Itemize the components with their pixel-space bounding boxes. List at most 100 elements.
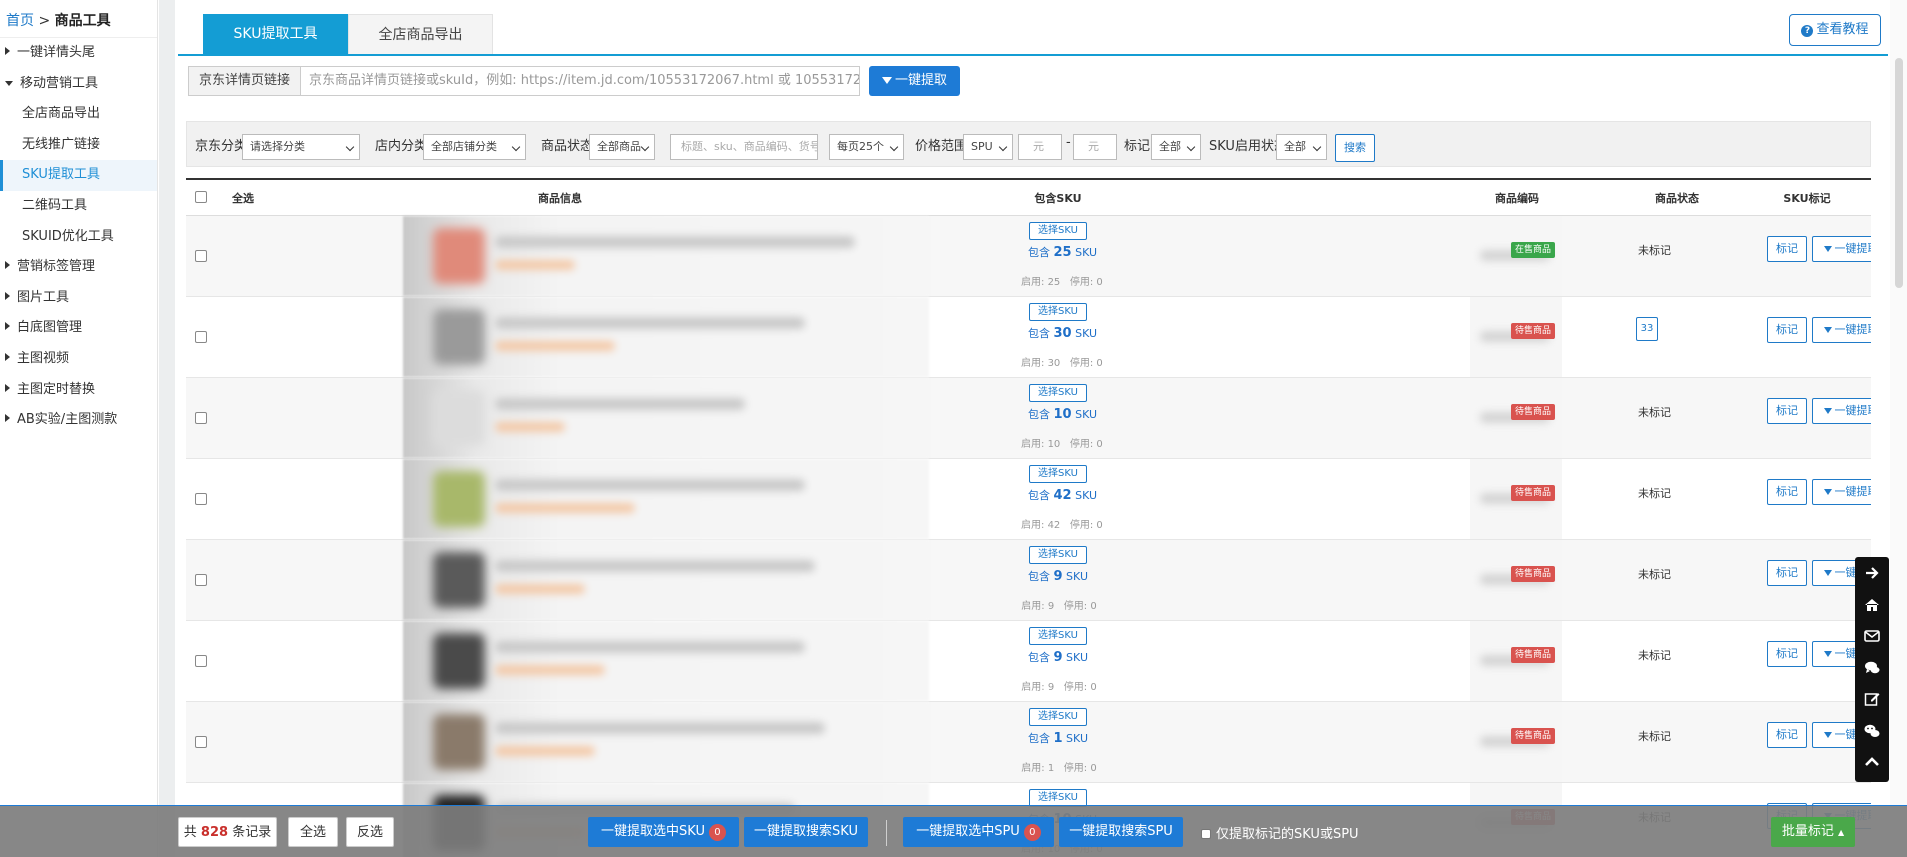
mark-button[interactable]: 标记 xyxy=(1767,479,1807,505)
search-button[interactable]: 搜索 xyxy=(1335,134,1375,162)
sku-mark-tag[interactable]: 33 xyxy=(1636,317,1658,341)
sidebar-item-11[interactable]: 主图定时替换 xyxy=(0,375,157,406)
sku-suffix: SKU xyxy=(1075,408,1098,421)
wechat-icon[interactable] xyxy=(1864,723,1880,739)
arrow-up-icon[interactable] xyxy=(1864,754,1880,770)
header-sku: 包含SKU xyxy=(1034,192,1082,205)
status-select[interactable]: 全部商品 xyxy=(589,134,655,160)
jd-link-input[interactable]: 京东商品详情页链接或skuId，例如: https://item.jd.com/… xyxy=(300,66,860,96)
tab-sku-extract[interactable]: SKU提取工具 xyxy=(203,14,348,54)
sidebar-item-3[interactable]: 无线推广链接 xyxy=(0,130,157,161)
sidebar-item-7[interactable]: 营销标签管理 xyxy=(0,252,157,283)
sidebar-item-6[interactable]: SKUID优化工具 xyxy=(0,222,157,253)
tab-shop-export[interactable]: 全店商品导出 xyxy=(348,14,493,54)
enabled-count: 10 xyxy=(1047,439,1061,450)
bottom-select-all-button[interactable]: 全选 xyxy=(288,817,338,847)
select-sku-button[interactable]: 选择SKU xyxy=(1029,708,1087,726)
product-title-blurred xyxy=(495,560,815,572)
page-size-select[interactable]: 每页25个 xyxy=(829,134,904,160)
row-extract-button[interactable]: 一键提取 xyxy=(1812,317,1871,343)
mail-icon[interactable] xyxy=(1864,628,1880,644)
only-marked-option[interactable]: 仅提取标记的SKU或SPU xyxy=(1201,823,1359,842)
vertical-scrollbar[interactable] xyxy=(1890,0,1907,805)
extract-search-sku-button[interactable]: 一键提取搜索SKU xyxy=(744,817,868,847)
caret-right-icon xyxy=(5,291,10,300)
scrollbar-thumb[interactable] xyxy=(1895,58,1903,288)
mark-button[interactable]: 标记 xyxy=(1767,641,1807,667)
edit-icon[interactable] xyxy=(1864,691,1880,707)
select-sku-button[interactable]: 选择SKU xyxy=(1029,384,1087,402)
row-checkbox[interactable] xyxy=(195,331,207,343)
price-max-input[interactable]: 元 xyxy=(1073,134,1117,160)
row-extract-button[interactable]: 一键提取 xyxy=(1812,479,1871,505)
sidebar-item-4[interactable]: SKU提取工具 xyxy=(0,160,157,191)
home-icon[interactable] xyxy=(1864,597,1880,613)
product-price-blurred xyxy=(495,584,585,594)
sku-mark-text: 未标记 xyxy=(1638,244,1671,257)
select-sku-button[interactable]: 选择SKU xyxy=(1029,627,1087,645)
extract-link-button[interactable]: 一键提取 xyxy=(869,66,960,96)
shop-category-select[interactable]: 全部店铺分类 xyxy=(423,134,526,160)
product-price-blurred xyxy=(495,341,615,351)
extract-search-spu-button[interactable]: 一键提取搜索SPU xyxy=(1059,817,1183,847)
page-size-value: 每页25个 xyxy=(837,140,884,153)
mark-button[interactable]: 标记 xyxy=(1767,236,1807,262)
sidebar-item-12[interactable]: AB实验/主图测款 xyxy=(0,405,157,436)
sku-prefix: 包含 xyxy=(1028,489,1050,502)
row-checkbox[interactable] xyxy=(195,736,207,748)
row-checkbox[interactable] xyxy=(195,250,207,262)
status-label: 商品状态 xyxy=(541,139,594,154)
row-checkbox[interactable] xyxy=(195,655,207,667)
sidebar-item-2[interactable]: 全店商品导出 xyxy=(0,99,157,130)
chat-icon[interactable] xyxy=(1864,660,1880,676)
total-count: 828 xyxy=(200,825,229,840)
mark-button[interactable]: 标记 xyxy=(1767,722,1807,748)
keyword-input[interactable]: 标题、sku、商品编码、货号 xyxy=(670,134,818,160)
product-price-blurred xyxy=(495,665,605,675)
extract-selected-spu-button[interactable]: 一键提取选中SPU 0 xyxy=(903,817,1054,847)
mark-button[interactable]: 标记 xyxy=(1767,317,1807,343)
sku-enable-select[interactable]: 全部 xyxy=(1276,134,1327,160)
row-extract-button[interactable]: 一键提取 xyxy=(1812,398,1871,424)
select-sku-button[interactable]: 选择SKU xyxy=(1029,465,1087,483)
arrow-right-icon[interactable] xyxy=(1864,565,1880,581)
breadcrumb: 首页 > 商品工具 xyxy=(0,0,157,38)
view-tutorial-button[interactable]: ? 查看教程 xyxy=(1789,14,1881,46)
sidebar-item-8[interactable]: 图片工具 xyxy=(0,283,157,314)
jd-category-select[interactable]: 请选择分类 xyxy=(242,134,360,160)
price-min-input[interactable]: 元 xyxy=(1018,134,1062,160)
select-sku-button[interactable]: 选择SKU xyxy=(1029,546,1087,564)
mark-button[interactable]: 标记 xyxy=(1767,398,1807,424)
disabled-count: 0 xyxy=(1096,439,1103,450)
batch-mark-button[interactable]: 批量标记 ▲ xyxy=(1771,817,1855,847)
row-extract-button[interactable]: 一键提取 xyxy=(1812,236,1871,262)
enabled-label: 启用: xyxy=(1021,682,1045,693)
row-checkbox[interactable] xyxy=(195,574,207,586)
select-sku-button[interactable]: 选择SKU xyxy=(1029,303,1087,321)
sku-prefix: 包含 xyxy=(1028,246,1050,259)
select-all-checkbox[interactable] xyxy=(195,191,207,203)
row-checkbox[interactable] xyxy=(195,493,207,505)
jd-category-label: 京东分类 xyxy=(195,139,248,154)
breadcrumb-home-link[interactable]: 首页 xyxy=(6,13,34,29)
invert-selection-button[interactable]: 反选 xyxy=(346,817,394,847)
row-extract-label: 一键提取 xyxy=(1834,242,1872,255)
sidebar-item-5[interactable]: 二维码工具 xyxy=(0,191,157,222)
product-info-blurred xyxy=(403,702,929,782)
sidebar-item-0[interactable]: 一键详情头尾 xyxy=(0,38,157,69)
price-type-select[interactable]: SPU xyxy=(963,134,1013,160)
sidebar-item-9[interactable]: 白底图管理 xyxy=(0,313,157,344)
only-marked-checkbox[interactable] xyxy=(1201,829,1211,839)
extract-selected-sku-button[interactable]: 一键提取选中SKU 0 xyxy=(588,817,739,847)
select-sku-button[interactable]: 选择SKU xyxy=(1029,222,1087,240)
selected-sku-count-badge: 0 xyxy=(708,824,726,841)
bottom-divider xyxy=(886,820,887,846)
sidebar-item-10[interactable]: 主图视频 xyxy=(0,344,157,375)
mark-button[interactable]: 标记 xyxy=(1767,560,1807,586)
mark-select[interactable]: 全部 xyxy=(1151,134,1201,160)
header-code: 商品编码 xyxy=(1495,192,1539,205)
sidebar-item-1[interactable]: 移动营销工具 xyxy=(0,69,157,100)
sidebar-item-label: 二维码工具 xyxy=(22,197,88,213)
filter-icon xyxy=(1823,246,1832,252)
row-checkbox[interactable] xyxy=(195,412,207,424)
